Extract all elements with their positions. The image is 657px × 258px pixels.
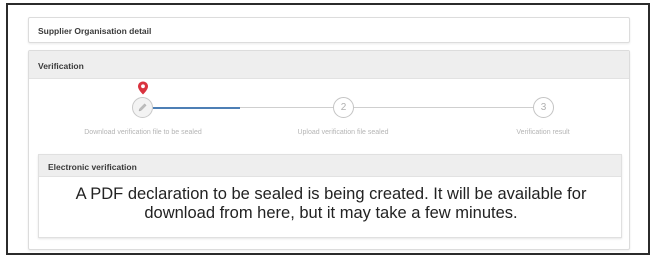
step-2-number: 2	[340, 102, 347, 113]
step-1-label: Download verification file to be sealed	[84, 129, 202, 136]
electronic-verification-card: Electronic verification A PDF declaratio…	[38, 154, 622, 238]
step-connector-1-2	[153, 106, 240, 109]
step-3-circle[interactable]: 3	[533, 97, 554, 118]
page-frame: Supplier Organisation detail Verificatio…	[6, 3, 650, 255]
verification-stepper: 2 3 Download verification file to be sea…	[29, 79, 629, 141]
electronic-verification-title: Electronic verification	[48, 162, 137, 172]
pencil-icon	[138, 103, 147, 112]
step-3-label: Verification result	[516, 129, 570, 136]
pdf-creation-message: A PDF declaration to be sealed is being …	[75, 185, 587, 222]
supplier-organisation-card[interactable]: Supplier Organisation detail	[28, 17, 630, 43]
step-2-circle[interactable]: 2	[333, 97, 354, 118]
supplier-organisation-title: Supplier Organisation detail	[38, 26, 152, 36]
step-1-circle[interactable]	[132, 97, 153, 118]
verification-title: Verification	[38, 61, 84, 71]
verification-card: Verification 2 3 Download verification f	[28, 50, 630, 250]
electronic-verification-header: Electronic verification	[39, 155, 621, 177]
step-connector-1-2-pending	[240, 107, 333, 108]
step-connector-2-3	[354, 107, 533, 108]
location-pin-icon	[138, 81, 148, 95]
step-2-label: Upload verification file sealed	[297, 129, 389, 136]
step-3-number: 3	[540, 102, 547, 113]
verification-header: Verification	[29, 51, 629, 79]
